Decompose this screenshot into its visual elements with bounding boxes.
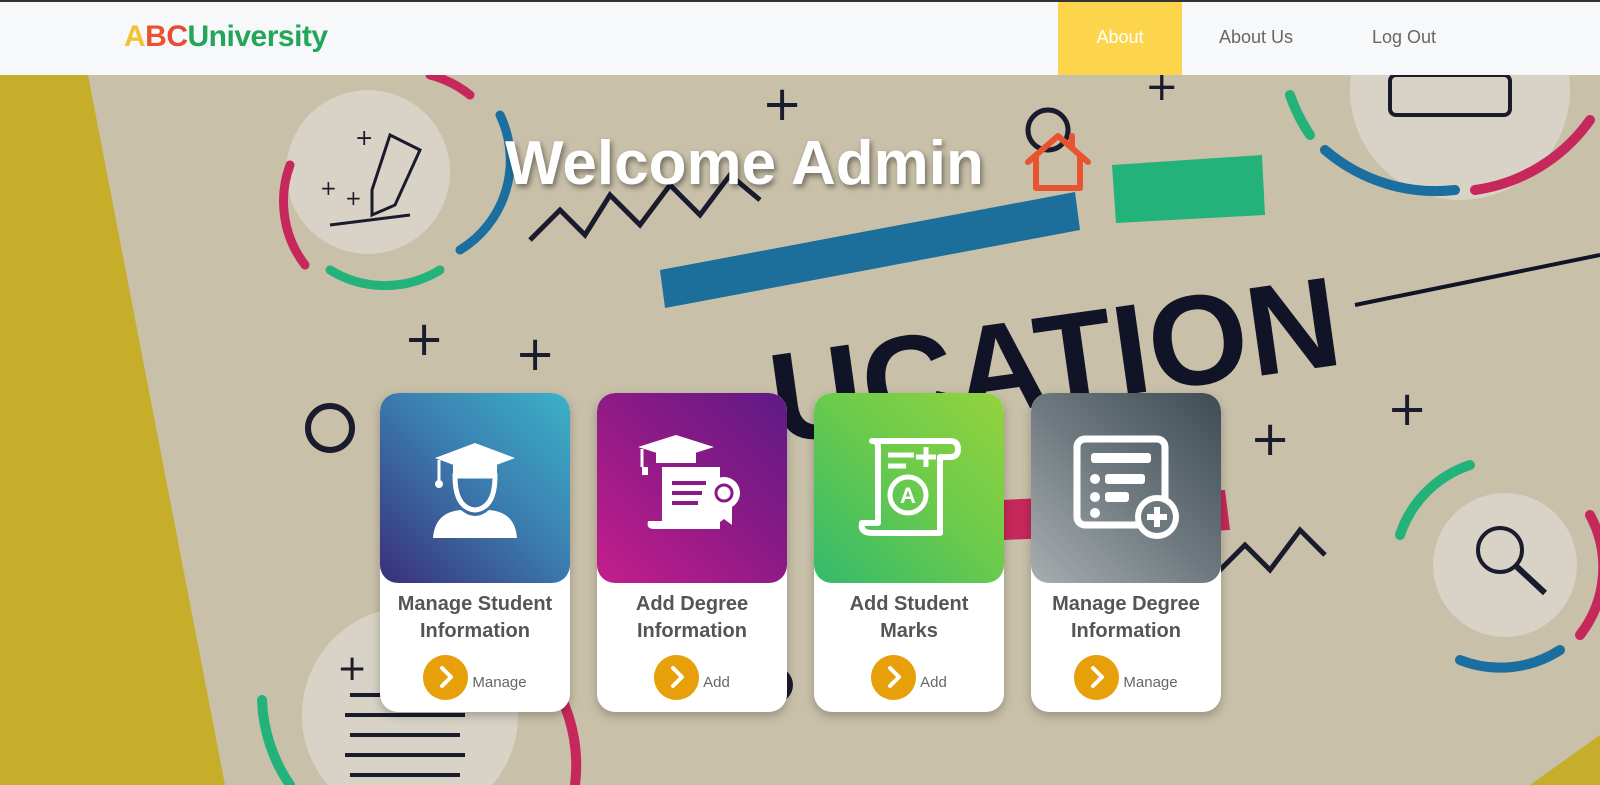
svg-text:+: +: [1250, 411, 1290, 467]
brand-letter-a: A: [124, 20, 146, 53]
svg-text:+: +: [762, 76, 802, 132]
svg-text:+: +: [1387, 381, 1427, 437]
home-icon: [1025, 133, 1091, 191]
card-action[interactable]: Manage: [380, 653, 570, 701]
card-action-label[interactable]: Manage: [1123, 674, 1177, 691]
arrow-right-icon[interactable]: [871, 654, 917, 700]
card-action[interactable]: Add: [814, 653, 1004, 701]
card-action[interactable]: Add: [597, 653, 787, 701]
svg-text:A: A: [900, 483, 916, 508]
nav-about-us[interactable]: About Us: [1196, 2, 1316, 75]
card-title: Manage Student Information: [386, 591, 564, 645]
card-title: Manage Degree Information: [1037, 591, 1215, 645]
student-graduate-icon: [433, 443, 517, 538]
card-action[interactable]: Manage: [1031, 653, 1221, 701]
svg-text:+: +: [320, 176, 337, 200]
svg-text:+: +: [345, 186, 362, 210]
card-add-degree-info[interactable]: Add Degree Information Add: [597, 393, 787, 712]
page-title: Welcome Admin: [505, 129, 984, 198]
card-title-line1: Manage Degree: [1052, 593, 1200, 615]
grade-scroll-icon: A: [858, 438, 961, 536]
card-icon-panel: [1031, 393, 1221, 583]
brand-letter-c: C: [166, 20, 188, 53]
degree-certificate-icon: [638, 435, 740, 529]
brand-name: University: [187, 20, 329, 53]
card-action-label[interactable]: Add: [703, 674, 730, 691]
card-icon-panel: [380, 393, 570, 583]
card-icon-panel: [597, 393, 787, 583]
card-title: Add Degree Information: [603, 591, 781, 645]
card-manage-student-info[interactable]: Manage Student Information Manage: [380, 393, 570, 712]
brand-logo[interactable]: ABCUniversity: [124, 20, 328, 54]
card-title-line2: Information: [637, 620, 747, 642]
arrow-right-icon[interactable]: [423, 654, 469, 700]
svg-text:+: +: [404, 311, 444, 367]
top-navbar: ABCUniversity About About Us Log Out: [0, 2, 1600, 75]
card-icon-panel: A: [814, 393, 1004, 583]
card-title: Add Student Marks: [820, 591, 998, 645]
brand-letter-b: B: [145, 20, 167, 53]
list-add-icon: [1073, 435, 1179, 539]
card-title-line1: Add Student: [849, 593, 969, 615]
nav-about[interactable]: About: [1058, 2, 1182, 75]
nav-log-out[interactable]: Log Out: [1358, 2, 1450, 75]
card-add-student-marks[interactable]: A Add Student Marks Add: [814, 393, 1004, 712]
card-title-line2: Information: [420, 620, 530, 642]
card-action-label[interactable]: Add: [920, 674, 947, 691]
arrow-right-icon[interactable]: [654, 654, 700, 700]
card-title-line1: Manage Student: [397, 593, 553, 615]
svg-text:+: +: [355, 126, 373, 151]
svg-text:+: +: [1145, 75, 1179, 110]
card-title-line1: Add Degree: [635, 593, 749, 615]
svg-text:+: +: [515, 326, 555, 382]
card-title-line2: Information: [1071, 620, 1181, 642]
card-action-label[interactable]: Manage: [472, 674, 526, 691]
arrow-right-icon[interactable]: [1074, 654, 1120, 700]
card-title-line2: Marks: [880, 620, 938, 642]
card-manage-degree-info[interactable]: Manage Degree Information Manage: [1031, 393, 1221, 712]
svg-text:+: +: [337, 648, 367, 689]
